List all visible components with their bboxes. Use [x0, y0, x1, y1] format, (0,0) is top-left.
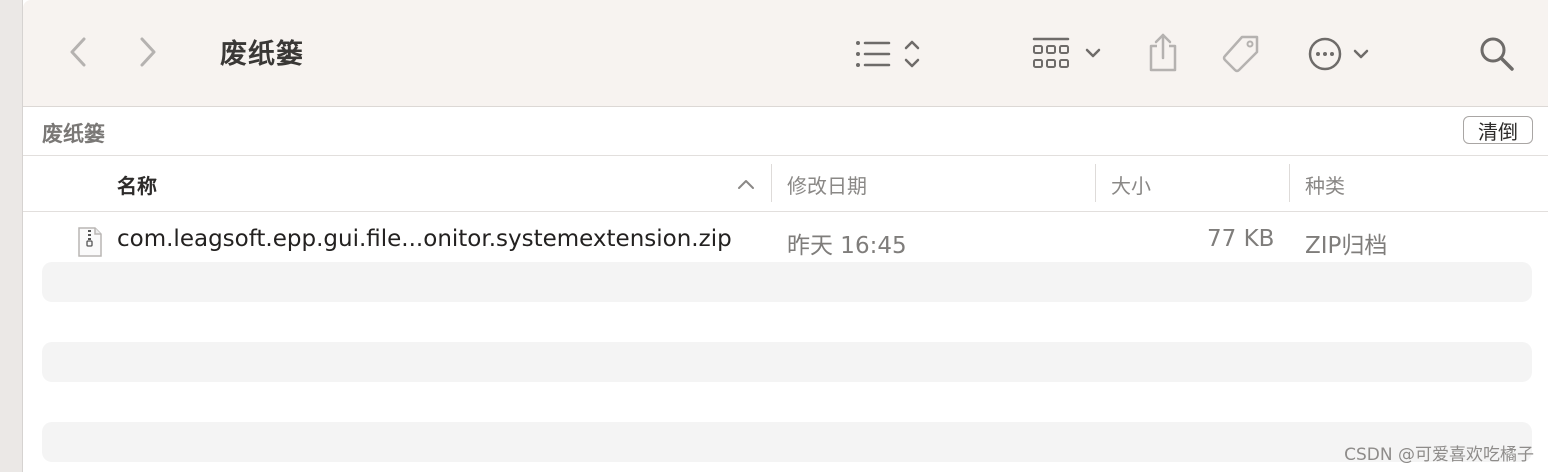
file-modified: 昨天 16:45	[787, 233, 907, 259]
sidebar-edge	[0, 0, 23, 472]
chevron-left-icon	[70, 37, 86, 67]
share-button[interactable]	[1143, 30, 1183, 74]
search-icon	[1480, 37, 1514, 71]
location-bar: 废纸篓 清倒	[23, 107, 1548, 156]
forward-button[interactable]	[133, 32, 163, 72]
file-size: 77 KB	[1207, 226, 1275, 252]
group-button[interactable]	[1031, 34, 1107, 74]
empty-row-stripe	[42, 342, 1532, 382]
list-view-icon	[856, 40, 920, 68]
empty-row-stripe	[42, 262, 1532, 302]
tag-icon	[1222, 35, 1259, 73]
zip-file-icon	[78, 227, 102, 257]
more-actions-button[interactable]	[1307, 34, 1373, 74]
column-header-row: 名称 修改日期 大小 种类	[23, 156, 1548, 212]
column-divider[interactable]	[1095, 164, 1096, 202]
column-header-size[interactable]: 大小	[1111, 170, 1151, 199]
window-title: 废纸篓	[220, 39, 304, 70]
empty-trash-button[interactable]: 清倒	[1463, 116, 1533, 144]
column-header-name[interactable]: 名称	[117, 170, 157, 199]
file-kind: ZIP归档	[1305, 233, 1388, 259]
column-divider[interactable]	[1289, 164, 1290, 202]
file-name: com.leagsoft.epp.gui.file...onitor.syste…	[117, 226, 732, 252]
chevron-down-icon	[1085, 48, 1101, 58]
location-title: 废纸篓	[42, 122, 105, 146]
tag-button[interactable]	[1219, 32, 1263, 76]
toolbar: 废纸篓	[23, 0, 1548, 107]
back-button[interactable]	[63, 32, 93, 72]
view-mode-button[interactable]	[853, 34, 925, 74]
column-divider[interactable]	[771, 164, 772, 202]
watermark: CSDN @可爱喜欢吃橘子	[1344, 445, 1534, 465]
finder-window: 废纸篓 废纸篓 清倒 名称 修改日期 大小 种类 com.leagsoft.ep…	[0, 0, 1548, 472]
column-header-kind[interactable]: 种类	[1305, 170, 1345, 199]
table-row[interactable]: com.leagsoft.epp.gui.file...onitor.syste…	[23, 218, 1548, 262]
column-header-modified[interactable]: 修改日期	[787, 170, 867, 199]
empty-row-stripe	[42, 422, 1532, 462]
search-button[interactable]	[1477, 34, 1517, 74]
share-icon	[1149, 33, 1177, 72]
ellipsis-circle-icon	[1308, 37, 1369, 71]
sort-ascending-icon[interactable]	[737, 178, 755, 190]
chevron-right-icon	[140, 37, 156, 67]
grid-group-icon	[1032, 37, 1101, 68]
